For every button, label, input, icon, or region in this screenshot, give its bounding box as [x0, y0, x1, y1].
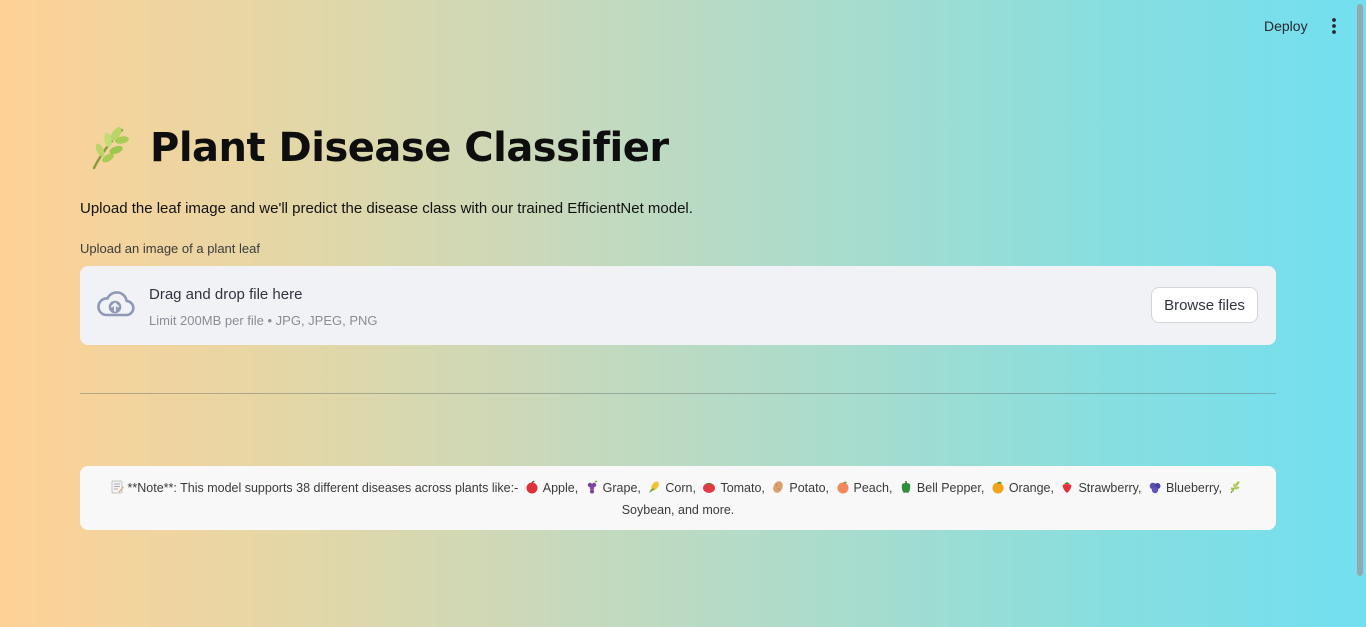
corn-icon	[649, 481, 660, 493]
dropzone-limit-text: Limit 200MB per file • JPG, JPEG, PNG	[149, 313, 378, 328]
plant-label: Soybean, and more.	[621, 503, 735, 517]
plant-label: Corn,	[665, 481, 696, 495]
strawberry-icon	[1062, 482, 1072, 493]
plant-label: Tomato,	[720, 481, 765, 495]
page-scrollbar[interactable]	[1357, 4, 1363, 576]
grape-icon	[587, 480, 597, 494]
herb-icon	[1231, 481, 1240, 494]
plant-label: Bell Pepper,	[916, 481, 985, 495]
blueberry-icon	[1149, 482, 1161, 494]
plant-label: Apple,	[542, 481, 579, 495]
browse-files-button[interactable]: Browse files	[1151, 287, 1258, 323]
deploy-button[interactable]: Deploy	[1258, 16, 1314, 36]
tomato-icon	[703, 483, 716, 493]
supported-plants-note: **Note**: This model supports 38 differe…	[80, 466, 1276, 530]
plant-label: Grape,	[602, 481, 641, 495]
plant-label: Orange,	[1008, 481, 1054, 495]
page-subtitle: Upload the leaf image and we'll predict …	[80, 200, 693, 217]
top-bar: Deploy	[0, 0, 1366, 54]
cloud-upload-icon	[97, 291, 135, 317]
plant-label: Potato,	[789, 481, 830, 495]
vertical-ellipsis-icon[interactable]	[1326, 17, 1342, 35]
plant-label: Blueberry,	[1165, 481, 1222, 495]
bell-pepper-icon	[901, 481, 911, 493]
section-divider	[80, 393, 1276, 394]
page-title-row: Plant Disease Classifier	[86, 124, 669, 172]
peach-icon	[837, 481, 848, 494]
herb-icon	[92, 127, 129, 170]
uploader-label: Upload an image of a plant leaf	[80, 241, 260, 256]
dropzone-instructions: Drag and drop file here	[149, 286, 303, 303]
plant-label: Peach,	[853, 481, 893, 495]
orange-icon	[992, 481, 1004, 494]
potato-icon	[773, 481, 784, 493]
page-title: Plant Disease Classifier	[150, 125, 669, 171]
apple-icon	[526, 480, 538, 494]
note-intro: **Note**: This model supports 38 differe…	[127, 481, 519, 495]
memo-icon	[111, 480, 124, 494]
plant-label: Strawberry,	[1078, 481, 1142, 495]
file-dropzone[interactable]: Drag and drop file here Limit 200MB per …	[80, 266, 1276, 345]
